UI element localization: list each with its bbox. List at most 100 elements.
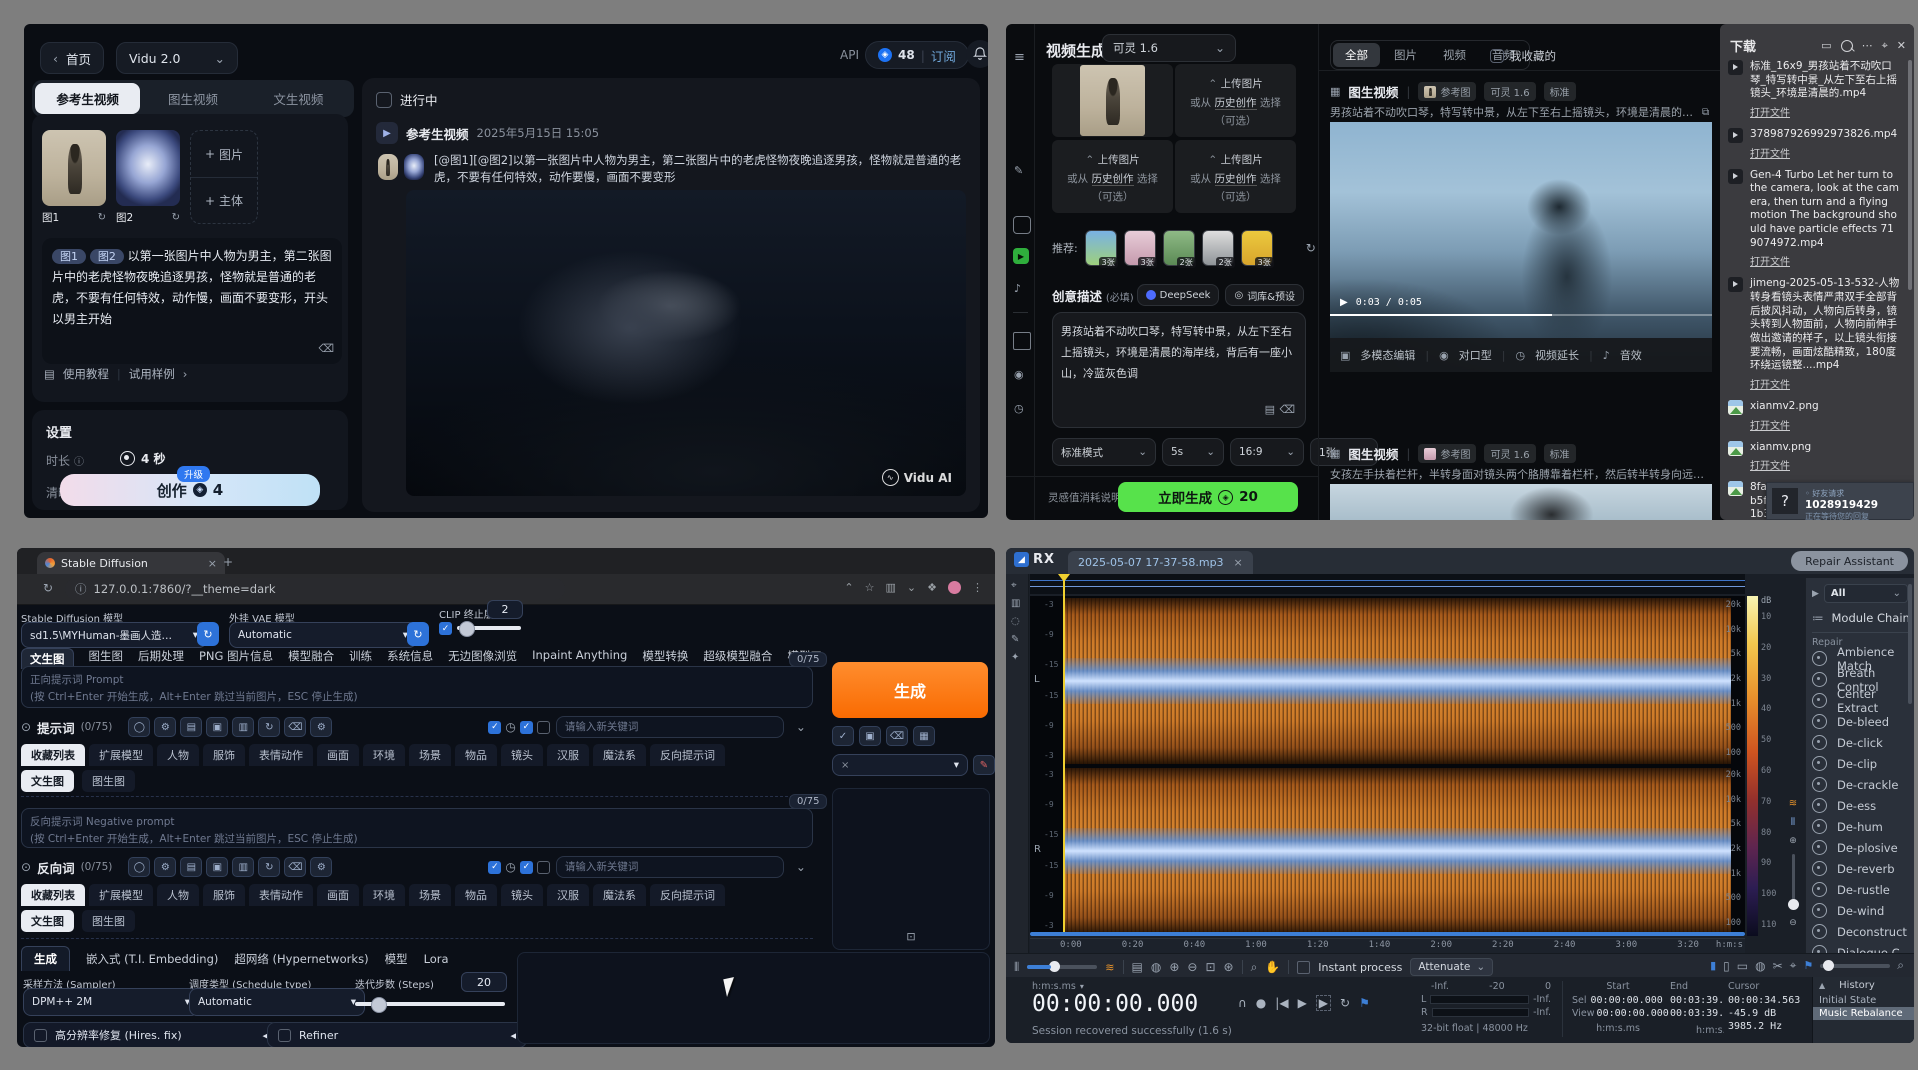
downloads-icon[interactable]: ⌄ [907, 581, 916, 594]
trash-icon[interactable]: ⌫ [1279, 400, 1295, 421]
menu-icon[interactable]: ≡ [1014, 50, 1025, 65]
lipsync-button[interactable]: 对口型 [1459, 347, 1492, 363]
extensions-icon[interactable]: ❖ [927, 581, 937, 594]
grid-view-active-icon[interactable]: ▮ [1710, 959, 1716, 972]
download-item[interactable]: Gen-4 Turbo Let her turn to the camera, … [1728, 169, 1900, 269]
spectrogram-view-icon[interactable]: ≋ [1105, 961, 1114, 974]
schedule-select[interactable]: Automatic▾ [189, 988, 365, 1016]
zoom-out-icon[interactable]: ⊖ [1187, 960, 1197, 974]
category[interactable]: 反向提示词 [650, 884, 725, 906]
trash-icon[interactable]: ⌫ [318, 339, 334, 358]
tab-images[interactable]: 图片 [1382, 43, 1429, 67]
sd-model-select[interactable]: sd1.5\MYHuman-墨画人造人_1090.safetensors▾ [21, 622, 207, 648]
in-progress-filter[interactable]: 进行中 [376, 90, 438, 109]
refresh-icon[interactable]: ↻ [1306, 241, 1316, 255]
category[interactable]: 画面 [317, 884, 359, 906]
tool-button[interactable]: ↻ [258, 857, 280, 877]
download-item[interactable]: 378987926992973826.mp4打开文件 [1728, 128, 1900, 160]
checkbox-icon[interactable] [537, 861, 550, 874]
new-tab-button[interactable]: + [223, 555, 233, 569]
timeline-ruler[interactable]: 0:000:200:40 1:001:201:40 2:002:202:40 3… [1030, 938, 1745, 953]
duration-select[interactable]: 5s⌄ [1162, 438, 1224, 466]
module-filter-select[interactable]: All⌄ [1824, 584, 1908, 603]
sound-effect-button[interactable]: 音效 [1620, 347, 1642, 363]
styles-select[interactable]: ×▾ [832, 754, 968, 776]
reload-icon[interactable]: ↻ [43, 581, 53, 595]
settings-gear-icon[interactable]: ⚙ [310, 717, 332, 737]
upload-slot-3[interactable]: ⌃ 上传图片 或从 历史创作 选择 （可选） [1052, 140, 1173, 213]
clear-prompt-button[interactable]: ▣ [859, 726, 881, 746]
module-center-extract[interactable]: Center Extract [1812, 690, 1914, 711]
go-to-start-icon[interactable]: |◀ [1275, 996, 1288, 1010]
category[interactable]: 魔法系 [593, 884, 646, 906]
checkbox-checked-icon[interactable]: ✓ [488, 721, 501, 734]
history-clock-icon[interactable]: ◷ [1014, 402, 1024, 415]
checkbox-icon[interactable] [537, 721, 550, 734]
trash-icon[interactable]: ⌫ [284, 857, 306, 877]
steps-slider[interactable] [355, 1002, 505, 1006]
negative-prompt-textarea[interactable]: 反向提示词 Negative prompt (按 Ctrl+Enter 开始生成… [21, 808, 813, 848]
collapse-chevron-icon[interactable]: ⌄ [796, 860, 806, 874]
close-tab-icon[interactable]: × [1234, 556, 1243, 569]
tool-button[interactable]: ▥ [232, 857, 254, 877]
scrollbar[interactable] [1908, 60, 1912, 290]
play-icon[interactable]: ▶ [1340, 297, 1348, 308]
tab-image-to-video[interactable]: 图生视频 [140, 83, 245, 114]
tool-button[interactable]: ▥ [232, 717, 254, 737]
marker-flag-icon[interactable]: ⚑ [1359, 996, 1370, 1010]
vae-select[interactable]: Automatic▾ [229, 622, 417, 648]
category[interactable]: 画面 [317, 744, 359, 766]
record-icon[interactable]: ● [1256, 996, 1266, 1010]
new-keyword-input[interactable]: 请输入新关键词 [556, 716, 784, 738]
category[interactable]: 反向提示词 [650, 744, 725, 766]
waveform-view-icon[interactable]: ⦀ [1014, 960, 1019, 975]
subtab-txt2img[interactable]: 文生图 [21, 770, 74, 792]
ratio-select[interactable]: 16:9⌄ [1230, 438, 1304, 466]
trash-icon[interactable]: ⌫ [886, 726, 908, 746]
spectrogram-blend-icon[interactable]: ≋ [1789, 798, 1797, 809]
refresh-vae-button[interactable]: ↻ [407, 622, 429, 646]
hires-fix-accordion[interactable]: 高分辨率修复 (Hires. fix) ◂ [23, 1022, 279, 1047]
comment-icon[interactable]: ◍ [1151, 960, 1161, 974]
open-file-link[interactable]: 打开文件 [1750, 417, 1819, 432]
apply-style-brush-icon[interactable]: ✎ [973, 755, 995, 775]
upload-image-1[interactable] [42, 130, 106, 206]
checkbox-icon[interactable] [278, 1029, 291, 1042]
play-selection-icon[interactable]: ▶ [1316, 995, 1331, 1011]
subtab-img2img[interactable]: 图生图 [82, 910, 135, 932]
crosshair-icon[interactable]: ⌖ [1790, 958, 1797, 973]
brush-tool-icon[interactable]: ✎ [1011, 634, 1019, 645]
history-creation-link[interactable]: 历史创作 [1215, 97, 1257, 110]
upload-slot-1[interactable] [1052, 64, 1173, 137]
category[interactable]: 物品 [455, 884, 497, 906]
tool-button[interactable]: ▣ [206, 857, 228, 877]
time-select-tool-icon[interactable]: ⌖ [1011, 580, 1017, 591]
extra-networks-button[interactable]: ▦ [913, 726, 935, 746]
positive-prompt-textarea[interactable]: 正向提示词 Prompt (按 Ctrl+Enter 开始生成，Alt+Ente… [21, 666, 813, 708]
tab-models[interactable]: 模型 [385, 951, 408, 967]
open-file-link[interactable]: 打开文件 [1750, 145, 1897, 160]
checkbox-checked-icon[interactable]: ✓ [520, 861, 533, 874]
browser-tab[interactable]: Stable Diffusion × [37, 552, 225, 574]
tab-text-to-video[interactable]: 文生视频 [246, 83, 351, 114]
preview-play-icon[interactable]: ▶ [1812, 589, 1819, 599]
clip-skip-slider[interactable] [457, 626, 521, 630]
category[interactable]: 汉服 [547, 744, 589, 766]
open-file-link[interactable]: 打开文件 [1750, 376, 1900, 391]
magnify-tool-icon[interactable]: ⌕ [1251, 960, 1258, 975]
sidebar-icon[interactable]: ▥ [886, 581, 896, 594]
bookmark-star-icon[interactable]: ☆ [865, 581, 875, 594]
tool-button[interactable]: ◯ [128, 717, 150, 737]
tool-button[interactable]: ▤ [180, 857, 202, 877]
magnify-icon[interactable]: ⌕ [1897, 958, 1904, 973]
waveform-display[interactable]: L R -3-9-15 -15-9-3 -3-9-15 -15-9-3 20k1… [1030, 596, 1745, 936]
description-textarea[interactable]: 男孩站着不动吹口琴，特写转中景，从左下至右上摇镜头，环境是清晨的海岸线，背后有一… [1052, 312, 1306, 428]
layout-icon[interactable]: ▭ [1737, 959, 1748, 973]
assets-icon[interactable] [1013, 332, 1031, 350]
eye-icon[interactable]: ◉ [1014, 368, 1024, 381]
deepseek-button[interactable]: DeepSeek [1137, 284, 1220, 306]
collapse-icon[interactable]: ⊙ [21, 720, 31, 734]
recommend-thumb[interactable]: 2张 [1202, 230, 1234, 266]
tab-generation[interactable]: 生成 [21, 946, 70, 971]
prompt-textarea[interactable]: 图1 图2 以第一张图片中人物为男主，第二张图片中的老虎怪物夜晚追逐男孩，怪物就… [42, 238, 342, 364]
